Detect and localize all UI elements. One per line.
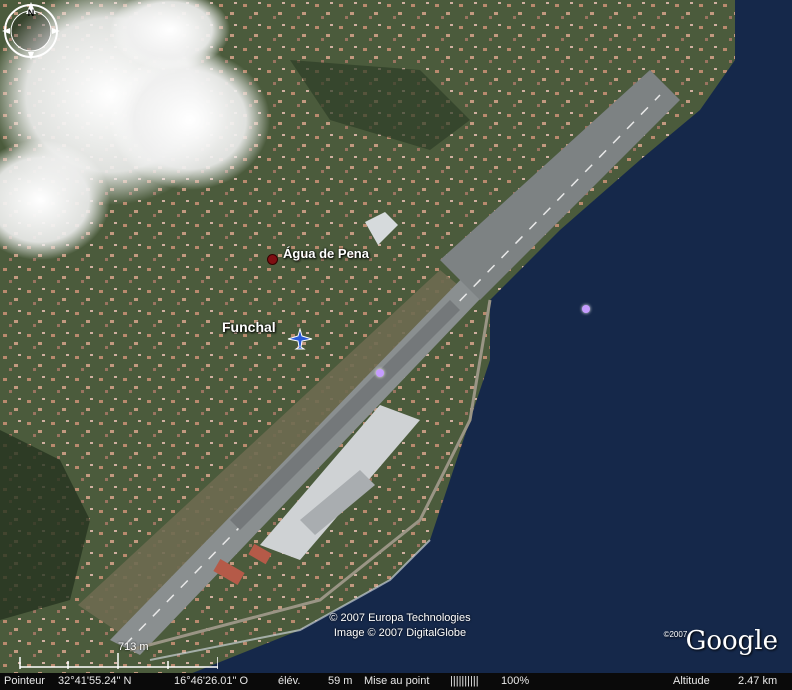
altitude-value: 2.47 km <box>738 675 778 687</box>
airport-plane-icon[interactable] <box>287 328 313 350</box>
scale-bar: 713 m <box>18 641 218 671</box>
satellite-map-view[interactable]: Água de Pena Funchal N © 2007 Europa Tec… <box>0 0 792 690</box>
satellite-imagery <box>0 0 792 690</box>
elevation-value: 59 m <box>328 675 353 687</box>
copyright-line-1: © 2007 Europa Technologies <box>329 612 471 624</box>
streaming-percent: 100% <box>501 675 530 687</box>
streaming-bars: |||||||||| <box>450 675 479 687</box>
google-logo-year: ©2007 <box>663 630 688 639</box>
google-logo-text: Google <box>685 626 778 656</box>
placemark-icon[interactable] <box>267 254 278 265</box>
pointer-latitude: 32°41'55.24" N <box>58 675 132 687</box>
violet-marker-runway[interactable] <box>376 369 384 377</box>
elevation-label: élév. <box>278 675 301 687</box>
pointer-longitude: 16°46'26.01" O <box>174 675 249 687</box>
violet-marker-sea[interactable] <box>582 305 590 313</box>
altitude-label: Altitude <box>673 675 710 687</box>
copyright-line-2: Image © 2007 DigitalGlobe <box>333 627 467 639</box>
compass-icon[interactable]: N <box>0 0 62 62</box>
scale-ruler <box>19 653 218 669</box>
google-logo: ©2007 Google <box>664 626 778 656</box>
pointer-label: Pointeur <box>4 675 45 687</box>
status-bar: Pointeur 32°41'55.24" N 16°46'26.01" O é… <box>0 673 792 690</box>
streaming-label: Mise au point <box>364 675 430 687</box>
place-label-agua-de-pena[interactable]: Água de Pena <box>283 246 369 261</box>
city-label-funchal[interactable]: Funchal <box>222 319 276 335</box>
compass-north-letter: N <box>28 8 35 18</box>
